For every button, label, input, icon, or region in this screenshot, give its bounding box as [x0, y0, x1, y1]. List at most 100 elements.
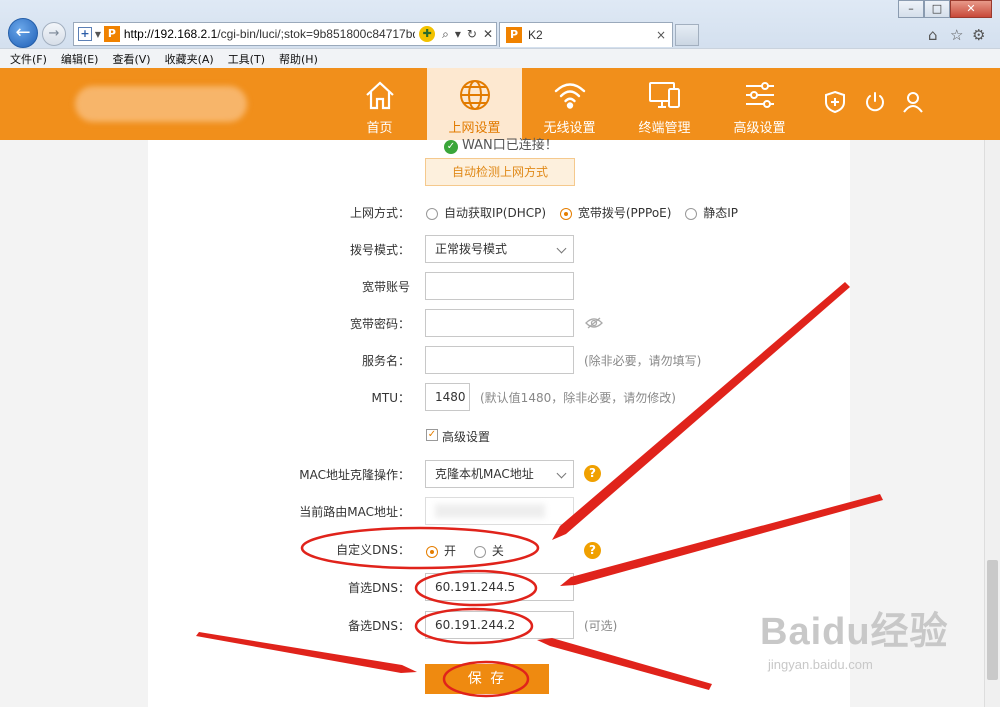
password-row: 宽带密码：: [148, 309, 850, 339]
radio-dns-on-label: 开: [444, 544, 457, 558]
new-tab-button[interactable]: [675, 24, 699, 46]
radio-dns-off-label: 关: [491, 544, 504, 558]
mtu-row: MTU： 1480 (默认值1480，除非必要，请勿修改): [148, 383, 850, 413]
menu-item-file[interactable]: 文件(F): [10, 51, 47, 67]
current-mac-field: [425, 497, 574, 525]
menu-item-view[interactable]: 查看(V): [112, 51, 150, 67]
mtu-hint: (默认值1480，除非必要，请勿修改): [480, 391, 676, 405]
service-name-hint: (除非必要，请勿填写): [584, 354, 702, 368]
mac-clone-select[interactable]: 克隆本机MAC地址: [425, 460, 574, 488]
dial-mode-select[interactable]: 正常拨号模式: [425, 235, 574, 263]
check-icon: ✓: [444, 140, 458, 154]
connection-mode-row: 上网方式： 自动获取IP(DHCP) 宽带拨号(PPPoE) 静态IP: [148, 198, 850, 228]
compat-view-icon[interactable]: ✚: [419, 26, 436, 42]
custom-dns-row: 自定义DNS： 开 关 ?: [148, 535, 850, 565]
window-controls: – □ ✕: [898, 0, 992, 18]
url-text[interactable]: http://192.168.2.1/cgi-bin/luci/;stok=9b…: [124, 27, 415, 41]
secondary-dns-input[interactable]: 60.191.244.2: [425, 611, 574, 639]
service-name-row: 服务名： (除非必要，请勿填写): [148, 346, 850, 376]
menu-item-tools[interactable]: 工具(T): [228, 51, 265, 67]
wan-status-text: WAN口已连接！: [462, 138, 558, 153]
site-favicon-icon: P: [104, 26, 120, 42]
mac-value-blurred: [435, 504, 545, 518]
menu-item-help[interactable]: 帮助(H): [279, 51, 318, 67]
browser-tab[interactable]: P K2 ×: [499, 22, 673, 47]
nav-item-wireless-settings[interactable]: 无线设置: [522, 68, 617, 140]
help-icon[interactable]: ?: [584, 542, 601, 559]
save-button[interactable]: 保 存: [425, 664, 549, 694]
secondary-dns-hint: (可选): [584, 619, 618, 633]
user-icon[interactable]: [902, 90, 924, 114]
radio-pppoe[interactable]: [559, 207, 572, 220]
refresh-icon[interactable]: ↻: [467, 27, 477, 41]
internet-settings-form: ✓ WAN口已连接！ 自动检测上网方式 上网方式： 自动获取IP(DHCP) 宽带…: [148, 138, 850, 707]
nav-item-device-management[interactable]: 终端管理: [617, 68, 712, 140]
radio-pppoe-label: 宽带拨号(PPPoE): [577, 206, 672, 220]
page-scrollbar[interactable]: [984, 140, 1000, 707]
site-compat-icon[interactable]: +: [78, 27, 92, 41]
menu-bar: 文件(F) 编辑(E) 查看(V) 收藏夹(A) 工具(T) 帮助(H): [0, 48, 1000, 68]
primary-dns-label: 首选DNS：: [348, 581, 410, 595]
chevron-down-icon[interactable]: ▼: [95, 30, 101, 39]
wifi-icon: [554, 83, 585, 109]
auto-detect-button[interactable]: 自动检测上网方式: [425, 158, 575, 186]
password-input[interactable]: [425, 309, 574, 337]
router-logo-blurred: [75, 86, 247, 122]
current-mac-label: 当前路由MAC地址：: [299, 505, 410, 519]
mtu-input[interactable]: 1480: [425, 383, 470, 411]
radio-dhcp-label: 自动获取IP(DHCP): [444, 206, 547, 220]
mac-clone-label: MAC地址克隆操作：: [299, 468, 410, 482]
current-mac-row: 当前路由MAC地址：: [148, 497, 850, 527]
service-name-label: 服务名：: [361, 354, 410, 368]
home-icon[interactable]: ⌂: [928, 26, 938, 44]
chevron-down-icon[interactable]: ▾: [455, 27, 461, 41]
back-button[interactable]: ←: [8, 18, 38, 48]
sliders-icon: [745, 82, 774, 108]
favorites-star-icon[interactable]: ☆: [950, 26, 963, 44]
forward-button[interactable]: →: [42, 22, 66, 46]
tab-close-icon[interactable]: ×: [656, 28, 666, 42]
watermark-brand: Baidu经验: [760, 611, 949, 653]
forward-arrow-icon: →: [48, 26, 60, 41]
account-input[interactable]: [425, 272, 574, 300]
radio-dns-on[interactable]: [426, 545, 438, 558]
address-bar[interactable]: + ▼ P http://192.168.2.1/cgi-bin/luci/;s…: [73, 22, 497, 46]
nav-label-devices: 终端管理: [638, 121, 691, 136]
maximize-button[interactable]: □: [924, 0, 950, 18]
nav-item-home[interactable]: 首页: [332, 68, 427, 140]
advanced-checkbox[interactable]: ✓: [426, 429, 438, 441]
close-window-button[interactable]: ✕: [950, 0, 992, 18]
router-nav-bar: 首页 上网设置 无线设置 终端管理 高级设置: [0, 68, 1000, 140]
nav-label-home: 首页: [366, 121, 393, 136]
advanced-toggle-row: ✓ 高级设置: [148, 424, 850, 454]
stop-icon[interactable]: ✕: [483, 27, 493, 41]
nav-item-advanced-settings[interactable]: 高级设置: [712, 68, 807, 140]
radio-static-ip-label: 静态IP: [703, 206, 739, 220]
nav-item-internet-settings[interactable]: 上网设置: [427, 68, 522, 140]
radio-dns-off[interactable]: [473, 545, 486, 558]
search-icon[interactable]: ⌕: [442, 27, 449, 42]
power-icon[interactable]: [864, 90, 886, 114]
devices-icon: [648, 82, 680, 108]
primary-dns-row: 首选DNS： 60.191.244.5: [148, 573, 850, 603]
menu-item-edit[interactable]: 编辑(E): [61, 51, 99, 67]
advanced-checkbox-label: 高级设置: [442, 430, 491, 444]
dial-mode-label: 拨号模式：: [349, 243, 410, 257]
minimize-button[interactable]: –: [898, 0, 924, 18]
help-icon[interactable]: ?: [584, 465, 601, 482]
mac-clone-row: MAC地址克隆操作： 克隆本机MAC地址 ?: [148, 460, 850, 490]
connection-mode-radio-group: 自动获取IP(DHCP) 宽带拨号(PPPoE) 静态IP: [426, 204, 738, 221]
primary-dns-input[interactable]: 60.191.244.5: [425, 573, 574, 601]
scrollbar-thumb[interactable]: [987, 560, 998, 680]
account-row: 宽带账号: [148, 272, 850, 302]
service-name-input[interactable]: [425, 346, 574, 374]
globe-icon: [459, 80, 490, 110]
gear-icon[interactable]: ⚙: [972, 26, 985, 44]
eye-hidden-icon[interactable]: [585, 317, 603, 329]
secondary-dns-label: 备选DNS：: [348, 619, 410, 633]
radio-static-ip[interactable]: [685, 207, 698, 220]
security-shield-icon[interactable]: [824, 90, 846, 114]
baidu-watermark: Baidu经验 jingyan.baidu.com: [760, 600, 949, 672]
menu-item-favorites[interactable]: 收藏夹(A): [165, 51, 214, 67]
radio-dhcp[interactable]: [426, 207, 438, 220]
